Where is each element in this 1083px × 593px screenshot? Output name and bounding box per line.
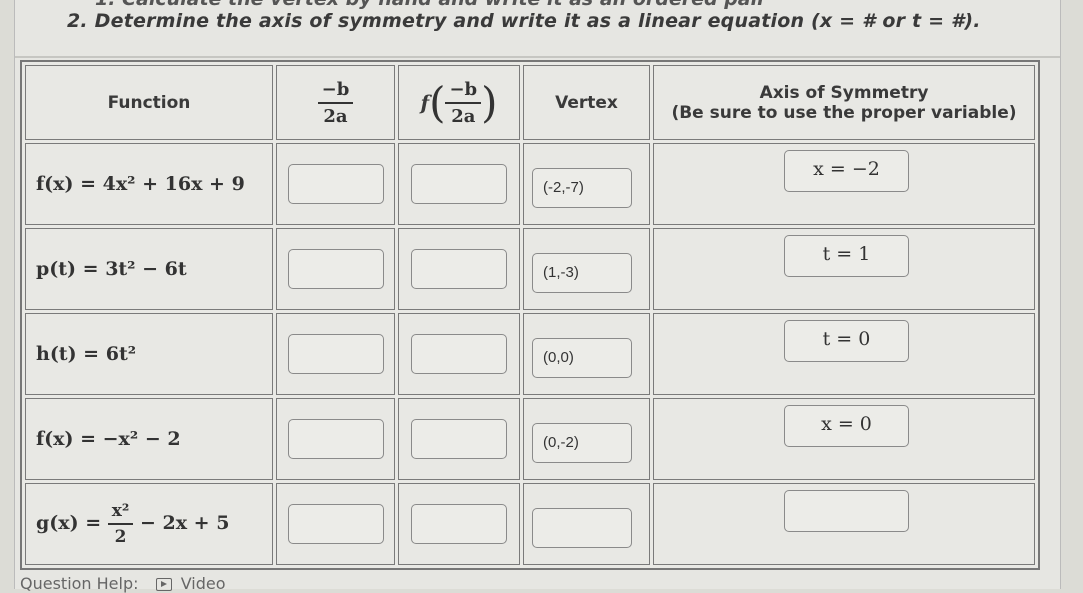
vertex-cell: (0,0) <box>523 313 650 395</box>
neg-b-over-2a-cell <box>276 143 395 225</box>
table-row: g(x) = x² 2 − 2x + 5 <box>25 483 1035 565</box>
f-value-cell <box>398 228 520 310</box>
function-lhs: g(x) = <box>36 512 102 534</box>
axis-cell: x = −2 <box>653 143 1035 225</box>
f-value-cell <box>398 483 520 565</box>
f-value-input[interactable] <box>411 504 507 544</box>
open-paren: ( <box>429 78 446 127</box>
vertex-cell: (1,-3) <box>523 228 650 310</box>
fraction-neg-b-over-2a: −b 2a <box>445 79 482 127</box>
video-link[interactable]: Video <box>181 574 226 593</box>
axis-input[interactable] <box>784 490 909 532</box>
vertex-input[interactable]: (0,0) <box>532 338 632 378</box>
header-f-of-neg-b-over-2a: f(−b 2a) <box>398 65 520 140</box>
question-instruction: 2. Determine the axis of symmetry and wr… <box>67 10 981 32</box>
table-row: h(t) = 6t² (0,0) t = 0 <box>25 313 1035 395</box>
vertex-cell: (0,-2) <box>523 398 650 480</box>
vertex-cell: (-2,-7) <box>523 143 650 225</box>
fraction-numerator: −b <box>317 79 354 104</box>
fraction-numerator: −b <box>445 79 482 104</box>
function-cell: h(t) = 6t² <box>25 313 273 395</box>
function-expression: f(x) = 4x² + 16x + 9 <box>36 173 245 195</box>
axis-cell: x = 0 <box>653 398 1035 480</box>
fraction-neg-b-over-2a: −b 2a <box>317 79 354 127</box>
function-rest: − 2x + 5 <box>139 512 230 534</box>
function-expression: p(t) = 3t² − 6t <box>36 258 187 280</box>
axis-input[interactable]: x = 0 <box>784 405 909 447</box>
neg-b-over-2a-input[interactable] <box>287 249 384 289</box>
question-help: Question Help: Video <box>20 574 226 593</box>
f-value-input[interactable] <box>411 249 507 289</box>
neg-b-over-2a-input[interactable] <box>287 164 384 204</box>
neg-b-over-2a-cell <box>276 483 395 565</box>
neg-b-over-2a-input[interactable] <box>287 419 384 459</box>
function-expression: g(x) = x² 2 − 2x + 5 <box>36 501 230 547</box>
f-value-input[interactable] <box>411 164 507 204</box>
header-axis-of-symmetry: Axis of Symmetry (Be sure to use the pro… <box>653 65 1035 140</box>
table-row: f(x) = −x² − 2 (0,-2) x = 0 <box>25 398 1035 480</box>
neg-b-over-2a-cell <box>276 313 395 395</box>
f-value-input[interactable] <box>411 334 507 374</box>
axis-cell: t = 0 <box>653 313 1035 395</box>
close-paren: ) <box>481 78 498 127</box>
fraction-denominator: 2a <box>451 105 476 127</box>
header-axis-line1: Axis of Symmetry <box>759 82 929 103</box>
f-value-input[interactable] <box>411 419 507 459</box>
axis-input[interactable]: t = 1 <box>784 235 909 277</box>
previous-question-text: 1. Calculate the vertex by hand and writ… <box>95 0 767 10</box>
fraction-denominator: 2 <box>114 527 127 547</box>
fraction-denominator: 2a <box>323 105 348 127</box>
axis-cell: t = 1 <box>653 228 1035 310</box>
neg-b-over-2a-cell <box>276 398 395 480</box>
function-cell: g(x) = x² 2 − 2x + 5 <box>25 483 273 565</box>
neg-b-over-2a-cell <box>276 228 395 310</box>
function-cell: p(t) = 3t² − 6t <box>25 228 273 310</box>
function-cell: f(x) = 4x² + 16x + 9 <box>25 143 273 225</box>
question-help-label: Question Help: <box>20 574 139 593</box>
vertex-input[interactable]: (-2,-7) <box>532 168 632 208</box>
axis-of-symmetry-table: Function −b 2a f(−b 2a) Vertex Axis of Sy… <box>20 60 1040 570</box>
header-neg-b-over-2a: −b 2a <box>276 65 395 140</box>
neg-b-over-2a-input[interactable] <box>287 504 384 544</box>
table-header-row: Function −b 2a f(−b 2a) Vertex Axis of Sy… <box>25 65 1035 140</box>
function-fraction: x² 2 <box>107 501 134 547</box>
axis-input[interactable]: t = 0 <box>784 320 909 362</box>
axis-input[interactable]: x = −2 <box>784 150 909 192</box>
fraction-numerator: x² <box>107 501 134 525</box>
vertex-input[interactable]: (0,-2) <box>532 423 632 463</box>
function-expression: h(t) = 6t² <box>36 343 137 365</box>
f-value-cell <box>398 398 520 480</box>
f-value-cell <box>398 143 520 225</box>
function-cell: f(x) = −x² − 2 <box>25 398 273 480</box>
header-axis-line2: (Be sure to use the proper variable) <box>671 102 1017 123</box>
divider <box>15 56 1060 58</box>
f-value-cell <box>398 313 520 395</box>
neg-b-over-2a-input[interactable] <box>287 334 384 374</box>
function-name: f <box>420 90 430 115</box>
vertex-cell <box>523 483 650 565</box>
axis-cell <box>653 483 1035 565</box>
play-icon[interactable] <box>155 578 172 591</box>
vertex-input[interactable]: (1,-3) <box>532 253 632 293</box>
header-function: Function <box>25 65 273 140</box>
header-vertex: Vertex <box>523 65 650 140</box>
function-expression: f(x) = −x² − 2 <box>36 428 181 450</box>
table-row: p(t) = 3t² − 6t (1,-3) t = 1 <box>25 228 1035 310</box>
table-row: f(x) = 4x² + 16x + 9 (-2,-7) x = −2 <box>25 143 1035 225</box>
vertex-input[interactable] <box>532 508 632 548</box>
